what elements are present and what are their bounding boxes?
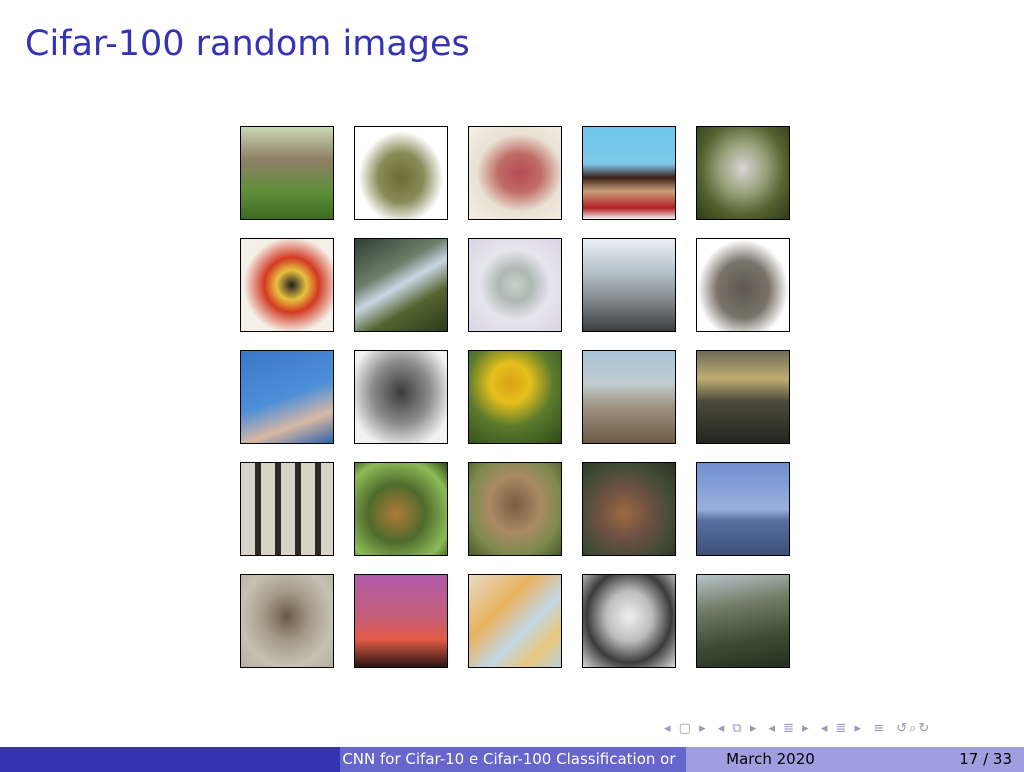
image-thumb [468, 126, 562, 220]
image-thumb [354, 574, 448, 668]
footer-bar: CNN for Cifar-10 e Cifar-100 Classificat… [0, 747, 1024, 772]
image-thumb [582, 350, 676, 444]
image-thumb [354, 126, 448, 220]
image-thumb [468, 238, 562, 332]
nav-search-icon[interactable]: ↺⌕↻ [896, 721, 931, 736]
footer-date: March 2020 [685, 747, 856, 772]
footer-left-block [0, 747, 341, 772]
image-thumb [240, 574, 334, 668]
slide-title: Cifar-100 random images [25, 24, 470, 64]
nav-prev-section-icon[interactable]: ◂ ≣ ▸ [769, 721, 811, 736]
image-thumb [468, 462, 562, 556]
image-thumb [582, 574, 676, 668]
image-thumb [240, 126, 334, 220]
image-thumb [240, 462, 334, 556]
image-thumb [468, 350, 562, 444]
nav-prev-frame-icon[interactable]: ◂ ▢ ▸ [664, 721, 708, 736]
image-thumb [696, 126, 790, 220]
image-thumb [582, 126, 676, 220]
beamer-navigation: ◂ ▢ ▸ ◂ ⧉ ▸ ◂ ≣ ▸ ◂ ≣ ▸ ≡ ↺⌕↻ [664, 721, 935, 736]
image-thumb [354, 350, 448, 444]
image-thumb [696, 574, 790, 668]
image-thumb [582, 238, 676, 332]
nav-prev-subsection-icon[interactable]: ◂ ⧉ ▸ [718, 721, 759, 736]
image-thumb [696, 350, 790, 444]
image-thumb [468, 574, 562, 668]
image-thumb [354, 238, 448, 332]
image-thumb [354, 462, 448, 556]
image-grid [240, 126, 790, 668]
image-thumb [696, 238, 790, 332]
footer-page-number: 17 / 33 [855, 747, 1024, 772]
footer-talk-title: CNN for Cifar-10 e Cifar-100 Classificat… [340, 747, 686, 772]
nav-align-icon[interactable]: ≡ [873, 721, 886, 736]
image-thumb [696, 462, 790, 556]
nav-next-section-icon[interactable]: ◂ ≣ ▸ [821, 721, 863, 736]
image-thumb [240, 350, 334, 444]
image-thumb [240, 238, 334, 332]
image-thumb [582, 462, 676, 556]
